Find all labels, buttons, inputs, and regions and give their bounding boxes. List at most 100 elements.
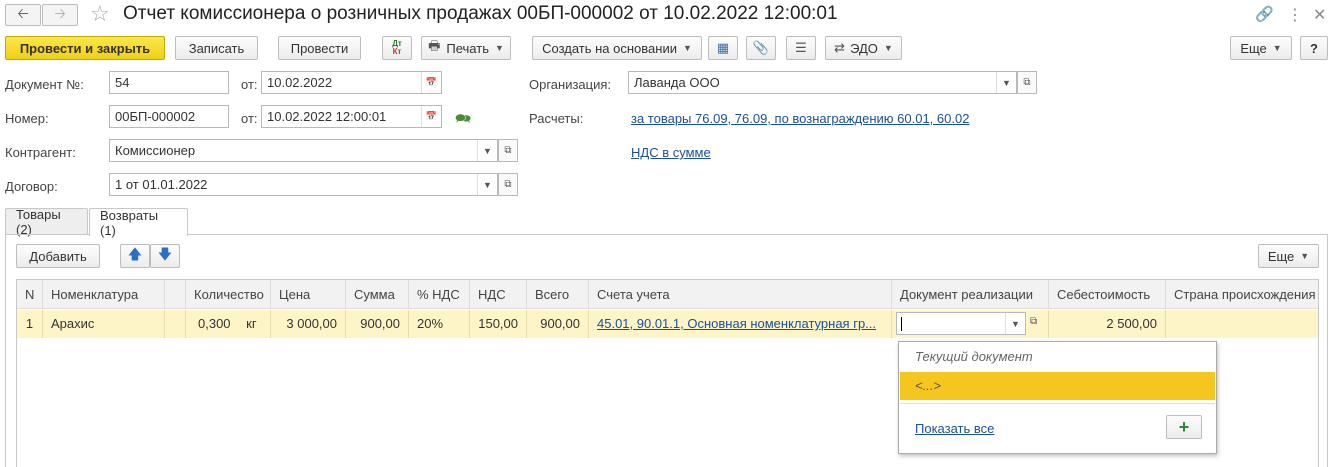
column-header-country[interactable]: Страна происхождения bbox=[1166, 280, 1318, 309]
open-icon: ⧉ bbox=[1023, 77, 1031, 88]
column-header-quantity[interactable]: Количество bbox=[186, 280, 271, 309]
open-icon: ⧉ bbox=[504, 179, 512, 190]
contract-field[interactable]: 1 от 01.01.2022 ▼ bbox=[109, 173, 498, 196]
document-date-field[interactable]: 10.02.2022 📅 bbox=[261, 71, 442, 94]
hierarchy-icon: ▦ bbox=[716, 40, 730, 55]
number-field[interactable]: 00БП-000002 bbox=[109, 105, 229, 128]
row-1-accounts-link[interactable]: 45.01, 90.01.1, Основная номенклатурная … bbox=[597, 316, 876, 331]
document-number-field[interactable]: 54 bbox=[109, 71, 229, 94]
open-organization-button[interactable]: ⧉ bbox=[1017, 71, 1037, 94]
report-button[interactable]: ☰ bbox=[786, 36, 816, 60]
post-and-close-label: Провести и закрыть bbox=[19, 40, 151, 56]
column-header-item[interactable]: Номенклатура bbox=[43, 280, 165, 309]
row-1-cost[interactable]: 2 500,00 bbox=[1049, 310, 1166, 338]
datetime-field[interactable]: 10.02.2022 12:00:01 📅 bbox=[261, 105, 442, 128]
row-1-accounts[interactable]: 45.01, 90.01.1, Основная номенклатурная … bbox=[589, 310, 892, 338]
comment-check-icon[interactable]: 🗪 bbox=[455, 110, 471, 132]
settlements-label: Расчеты: bbox=[529, 111, 584, 126]
column-header-total[interactable]: Всего bbox=[527, 280, 589, 309]
open-contractor-button[interactable]: ⧉ bbox=[498, 139, 518, 162]
tab-returns[interactable]: Возвраты (1) bbox=[89, 207, 188, 238]
column-header-vat[interactable]: НДС bbox=[470, 280, 527, 309]
row-1-sum[interactable]: 900,00 bbox=[346, 310, 409, 338]
organization-value: Лаванда ООО bbox=[634, 75, 720, 90]
link-icon[interactable]: 🔗 bbox=[1255, 5, 1274, 23]
column-header-cost[interactable]: Себестоимость bbox=[1049, 280, 1166, 309]
chevron-down-icon: ▼ bbox=[883, 43, 893, 53]
dropdown-selected-item[interactable]: <...> bbox=[900, 372, 1215, 400]
datetime-from-label: от: bbox=[241, 111, 258, 126]
column-header-n[interactable]: N bbox=[17, 280, 43, 309]
arrow-down-icon: 🡇 bbox=[157, 246, 173, 262]
column-header-sale-document[interactable]: Документ реализации bbox=[892, 280, 1049, 309]
dropdown-add-button[interactable]: + bbox=[1166, 415, 1202, 439]
move-down-button[interactable]: 🡇 bbox=[150, 244, 180, 268]
vat-in-sum-link[interactable]: НДС в сумме bbox=[631, 145, 711, 160]
close-icon[interactable]: ✕ bbox=[1313, 5, 1326, 25]
tab-goods[interactable]: Товары (2) bbox=[5, 207, 88, 237]
row-1-unit: кг bbox=[246, 316, 257, 331]
row-1-price[interactable]: 3 000,00 bbox=[271, 310, 346, 338]
table-more-button[interactable]: Еще ▼ bbox=[1258, 244, 1319, 268]
help-label: ? bbox=[1310, 40, 1318, 56]
star-icon[interactable]: ☆ bbox=[90, 1, 110, 27]
help-button[interactable]: ? bbox=[1300, 36, 1328, 60]
document-number-label: Документ №: bbox=[5, 77, 84, 92]
row-1-sale-document[interactable]: ▼ ⧉ bbox=[892, 310, 1049, 338]
save-button[interactable]: Записать bbox=[175, 36, 258, 60]
kebab-menu-icon[interactable]: ⋮ bbox=[1287, 5, 1303, 25]
chevron-down-icon[interactable]: ▼ bbox=[1005, 313, 1025, 334]
arrow-right-icon: 🡢 bbox=[54, 5, 66, 21]
column-header-vat-rate[interactable]: % НДС bbox=[409, 280, 470, 309]
back-button[interactable]: 🡠 bbox=[5, 4, 41, 26]
organization-field[interactable]: Лаванда ООО ▼ bbox=[628, 71, 1017, 94]
add-button[interactable]: Добавить bbox=[16, 244, 100, 268]
row-1-vat[interactable]: 150,00 bbox=[470, 310, 527, 338]
edo-button[interactable]: ⇄ ЭДО ▼ bbox=[825, 36, 902, 60]
chevron-down-icon[interactable]: ▼ bbox=[477, 174, 497, 195]
plus-icon: + bbox=[1178, 417, 1190, 437]
show-all-link[interactable]: Показать все bbox=[915, 421, 994, 436]
calendar-icon[interactable]: 📅 bbox=[421, 72, 441, 93]
post-and-close-button[interactable]: Провести и закрыть bbox=[5, 36, 165, 60]
structure-button[interactable]: ▦ bbox=[708, 36, 738, 60]
column-header-price[interactable]: Цена bbox=[271, 280, 346, 309]
calendar-icon[interactable]: 📅 bbox=[421, 106, 441, 127]
more-button[interactable]: Еще ▼ bbox=[1230, 36, 1292, 60]
open-icon[interactable]: ⧉ bbox=[1030, 316, 1037, 327]
attachments-button[interactable]: 📎 bbox=[746, 36, 776, 60]
print-button[interactable]: 🖶 Печать ▼ bbox=[421, 36, 511, 60]
organization-label: Организация: bbox=[529, 77, 612, 92]
column-header-accounts[interactable]: Счета учета bbox=[589, 280, 892, 309]
row-1-total[interactable]: 900,00 bbox=[527, 310, 589, 338]
settlements-link[interactable]: за товары 76.09, 76.09, по вознаграждени… bbox=[631, 111, 969, 126]
arrow-left-icon: 🡠 bbox=[17, 5, 29, 21]
contractor-field[interactable]: Комиссионер ▼ bbox=[109, 139, 498, 162]
dropdown-divider bbox=[900, 403, 1215, 404]
post-button[interactable]: Провести bbox=[278, 36, 361, 60]
arrow-up-icon: 🡅 bbox=[127, 246, 143, 262]
move-up-button[interactable]: 🡅 bbox=[120, 244, 150, 268]
chevron-down-icon[interactable]: ▼ bbox=[477, 140, 497, 161]
row-1-vat-rate[interactable]: 20% bbox=[409, 310, 470, 338]
row-1-quantity-value: 0,300 bbox=[198, 316, 231, 331]
window-title: Отчет комиссионера о розничных продажах … bbox=[123, 3, 838, 24]
dtkt-button[interactable]: Дт Кт bbox=[382, 36, 412, 60]
sale-document-input[interactable]: ▼ bbox=[896, 312, 1026, 335]
column-header-sum[interactable]: Сумма bbox=[346, 280, 409, 309]
chevron-down-icon: ▼ bbox=[1300, 251, 1310, 261]
tab-returns-label: Возвраты (1) bbox=[100, 207, 159, 238]
row-1-item[interactable]: Арахис bbox=[43, 310, 165, 338]
document-date-value: 10.02.2022 bbox=[267, 75, 333, 90]
forward-button[interactable]: 🡢 bbox=[42, 4, 78, 26]
post-label: Провести bbox=[290, 40, 349, 56]
row-1-quantity[interactable]: 0,300 кг bbox=[186, 310, 271, 338]
chevron-down-icon[interactable]: ▼ bbox=[996, 72, 1016, 93]
datetime-value: 10.02.2022 12:00:01 bbox=[267, 109, 387, 124]
contract-value: 1 от 01.01.2022 bbox=[115, 177, 208, 192]
row-1-country[interactable] bbox=[1166, 310, 1318, 338]
create-based-on-button[interactable]: Создать на основании ▼ bbox=[532, 36, 702, 60]
row-1-n[interactable]: 1 bbox=[17, 310, 43, 338]
printer-icon: 🖶 bbox=[428, 38, 441, 53]
open-contract-button[interactable]: ⧉ bbox=[498, 173, 518, 196]
